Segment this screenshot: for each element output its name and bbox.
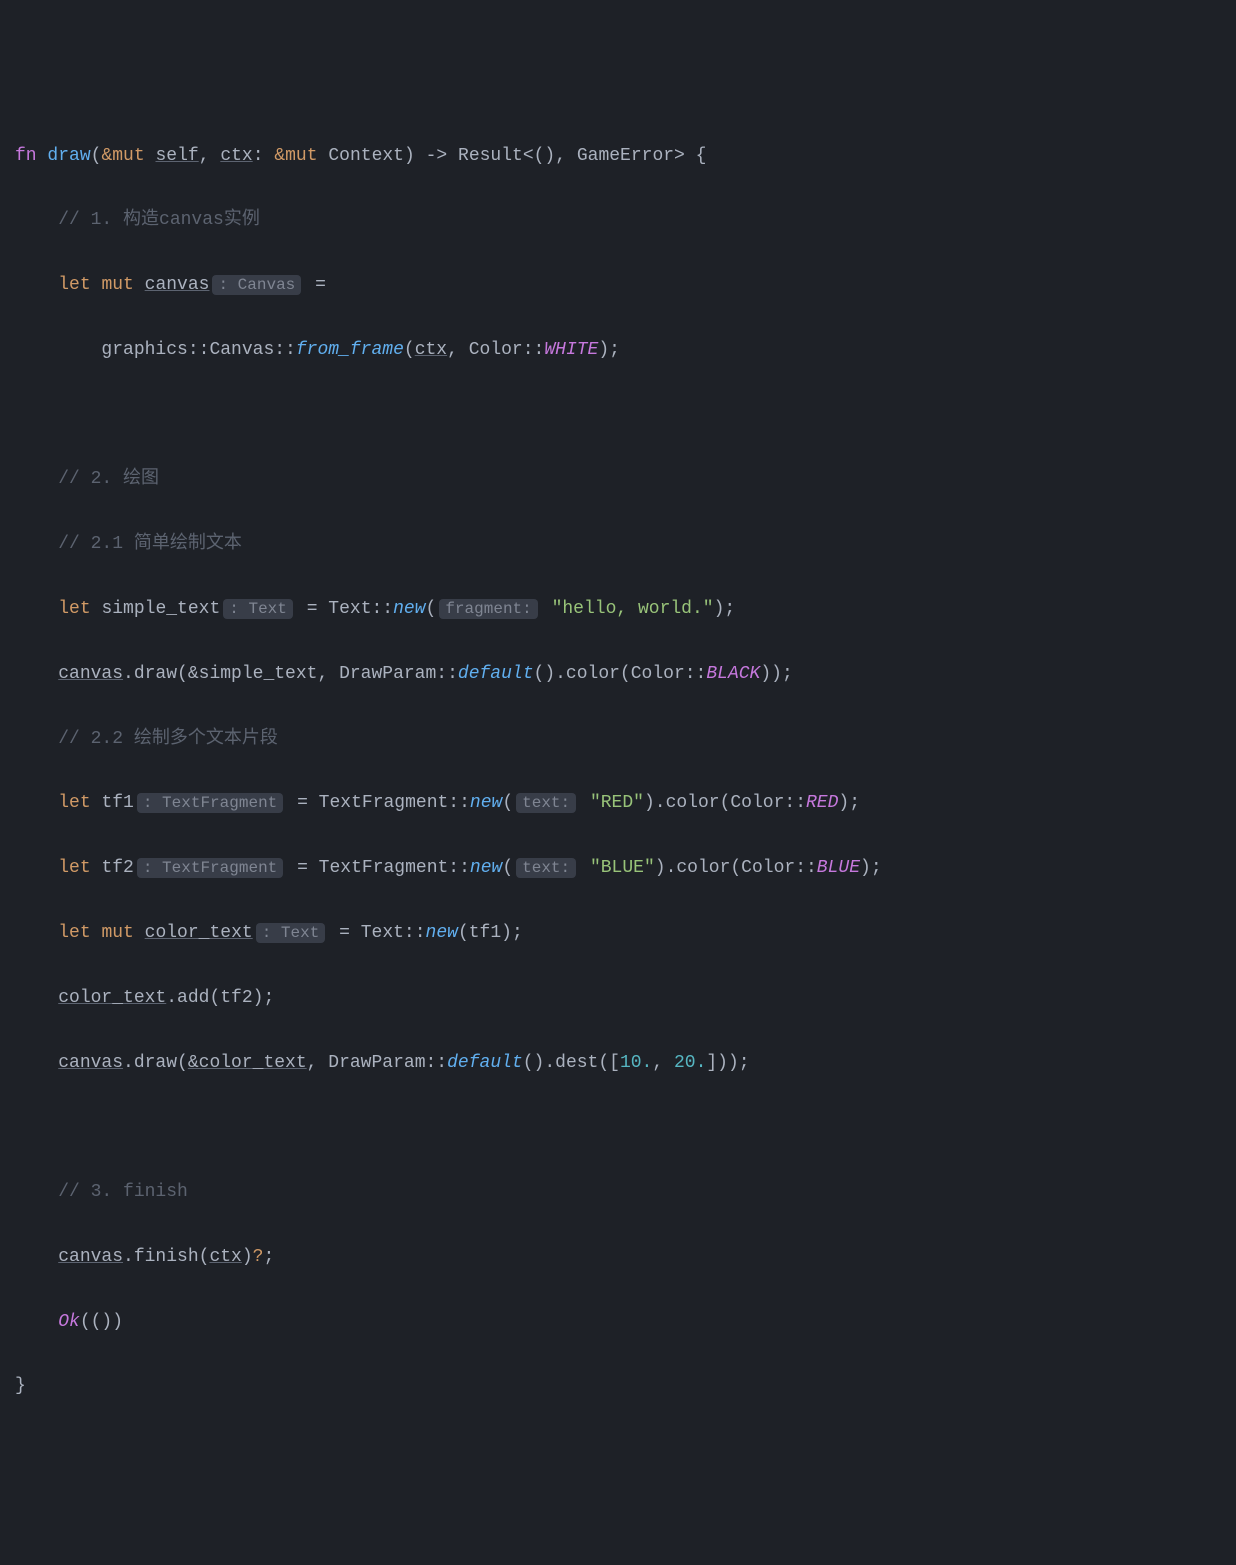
string-literal: "RED" — [590, 793, 644, 813]
code-line: let tf1: TextFragment = TextFragment::ne… — [15, 787, 1221, 819]
number-literal: 20. — [674, 1053, 706, 1073]
string-literal: "hello, world." — [552, 599, 714, 619]
code-line: let tf2: TextFragment = TextFragment::ne… — [15, 852, 1221, 884]
type-hint: : Text — [256, 923, 326, 943]
code-line: // 2. 绘图 — [15, 463, 1221, 495]
param-hint: text: — [516, 858, 576, 878]
code-line: } — [15, 1370, 1221, 1402]
code-line: canvas.draw(&color_text, DrawParam::defa… — [15, 1047, 1221, 1079]
code-line: let mut canvas: Canvas = — [15, 269, 1221, 301]
code-editor[interactable]: fn draw(&mut self, ctx: &mut Context) ->… — [15, 140, 1221, 1403]
variable-simple-text: simple_text — [101, 599, 220, 619]
closing-brace: } — [15, 1376, 26, 1396]
code-line: // 2.2 绘制多个文本片段 — [15, 723, 1221, 755]
variable-canvas: canvas — [145, 275, 210, 295]
type-hint: : Text — [223, 599, 293, 619]
comment: // 2.1 简单绘制文本 — [58, 534, 242, 554]
method-from-frame: from_frame — [296, 340, 404, 360]
constant-red: RED — [806, 793, 838, 813]
comment: // 3. finish — [58, 1182, 188, 1202]
param-self: self — [155, 146, 198, 166]
question-mark-operator: ? — [253, 1247, 264, 1267]
code-line: // 1. 构造canvas实例 — [15, 204, 1221, 236]
number-literal: 10. — [620, 1053, 652, 1073]
code-line: // 2.1 简单绘制文本 — [15, 528, 1221, 560]
code-line: canvas.finish(ctx)?; — [15, 1241, 1221, 1273]
type-hint: : TextFragment — [137, 858, 283, 878]
code-line: let simple_text: Text = Text::new(fragme… — [15, 593, 1221, 625]
ok-variant: Ok — [58, 1312, 80, 1332]
constant-black: BLACK — [706, 664, 760, 684]
comment: // 2. 绘图 — [58, 469, 159, 489]
code-line: canvas.draw(&simple_text, DrawParam::def… — [15, 658, 1221, 690]
variable-tf1: tf1 — [101, 793, 133, 813]
code-line: color_text.add(tf2); — [15, 982, 1221, 1014]
keyword-fn: fn — [15, 146, 37, 166]
constant-blue: BLUE — [817, 858, 860, 878]
comment: // 1. 构造canvas实例 — [58, 210, 260, 230]
constant-white: WHITE — [544, 340, 598, 360]
function-name: draw — [47, 146, 90, 166]
code-line: Ok(()) — [15, 1306, 1221, 1338]
param-hint: fragment: — [439, 599, 537, 619]
code-line-blank — [15, 399, 1221, 431]
param-ctx: ctx — [220, 146, 252, 166]
comment: // 2.2 绘制多个文本片段 — [58, 729, 278, 749]
code-line: graphics::Canvas::from_frame(ctx, Color:… — [15, 334, 1221, 366]
type-hint: : Canvas — [212, 275, 301, 295]
code-line: let mut color_text: Text = Text::new(tf1… — [15, 917, 1221, 949]
code-line: fn draw(&mut self, ctx: &mut Context) ->… — [15, 140, 1221, 172]
type-hint: : TextFragment — [137, 793, 283, 813]
variable-color-text: color_text — [145, 923, 253, 943]
keyword-mut: &mut — [101, 146, 144, 166]
string-literal: "BLUE" — [590, 858, 655, 878]
code-line: // 3. finish — [15, 1176, 1221, 1208]
variable-tf2: tf2 — [101, 858, 133, 878]
code-line-blank — [15, 1111, 1221, 1143]
param-hint: text: — [516, 793, 576, 813]
